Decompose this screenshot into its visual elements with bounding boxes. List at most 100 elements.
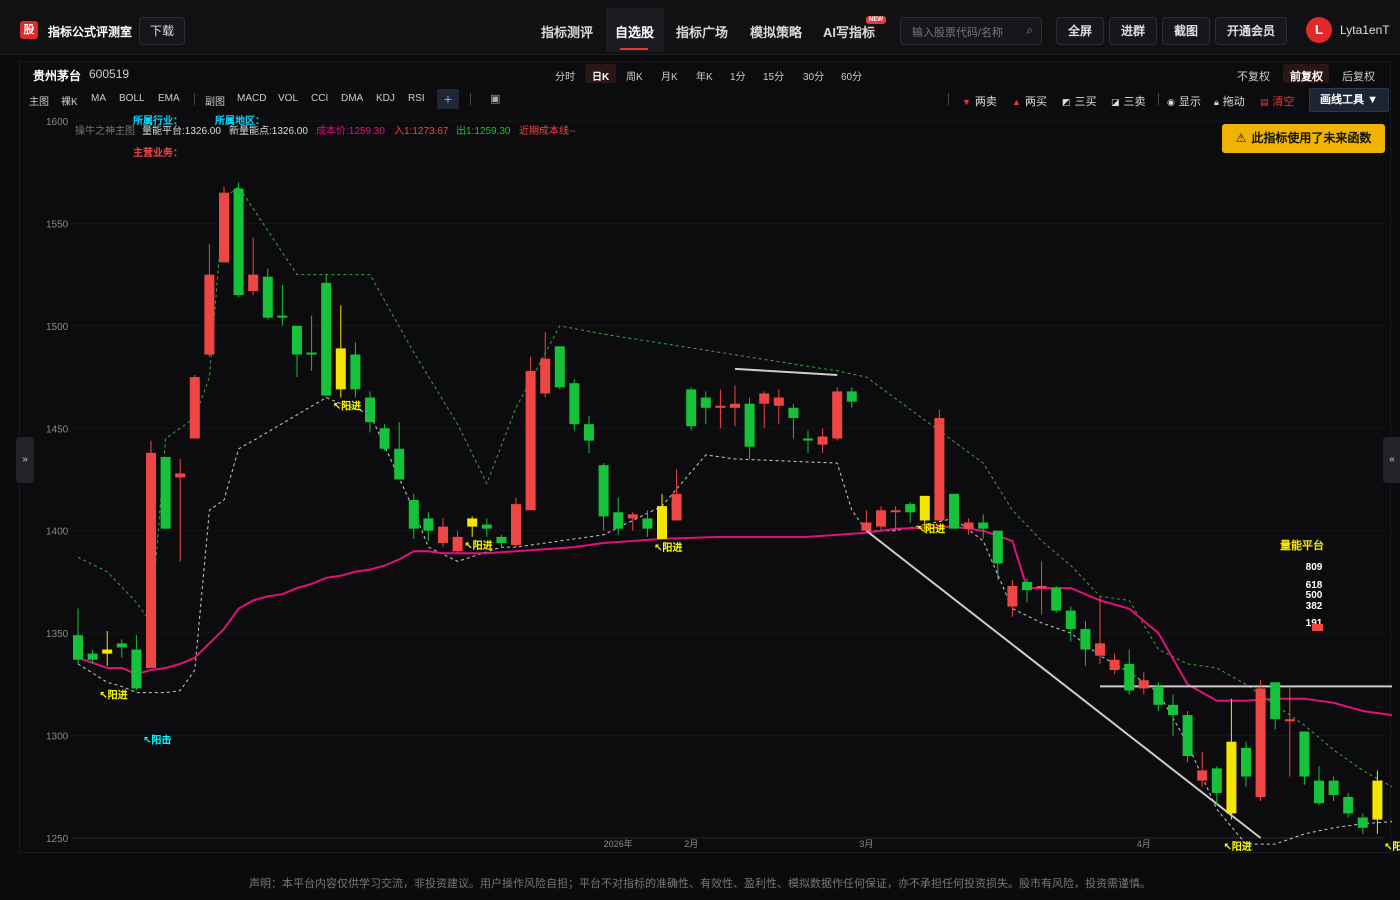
- candle-body: [423, 518, 434, 531]
- legend-main-business: 主营业务：: [133, 146, 183, 159]
- candle-body: [175, 473, 186, 478]
- expand-right-button[interactable]: «: [1383, 437, 1400, 483]
- y-tick-label: 1300: [46, 732, 69, 743]
- candle-body: [569, 383, 580, 425]
- x-tick-label: 4月: [1137, 839, 1151, 849]
- candle-body: [452, 536, 463, 552]
- candle-body: [686, 389, 697, 427]
- candle-body: [379, 428, 390, 449]
- candle-body: [613, 512, 624, 529]
- candle-body: [1007, 586, 1018, 607]
- candle-body: [759, 393, 770, 404]
- candle-body: [715, 405, 726, 408]
- buy-signal-label: ↖阳进: [1223, 840, 1251, 853]
- candle-body: [1299, 731, 1310, 777]
- candle-body: [1284, 719, 1295, 722]
- x-tick-label: 2月: [684, 839, 698, 849]
- candle-body: [803, 438, 813, 441]
- candle-body: [1357, 817, 1368, 828]
- candle-body: [846, 391, 857, 402]
- candle-body: [1109, 659, 1120, 671]
- candle-body: [233, 188, 244, 296]
- candle-body: [1065, 610, 1076, 630]
- platform-level-value: 809: [1306, 562, 1323, 573]
- candle-body: [1226, 741, 1237, 814]
- candle-body: [131, 649, 142, 689]
- candle-body: [160, 456, 171, 529]
- buy-signal-label: ↖阳进: [333, 400, 361, 413]
- candle-body: [204, 274, 215, 355]
- candle-body: [934, 418, 945, 521]
- candle-body: [700, 397, 711, 408]
- candle-body: [978, 522, 989, 529]
- candle-body: [1168, 704, 1178, 716]
- y-tick-label: 1400: [46, 527, 69, 538]
- candle-body: [511, 504, 521, 546]
- candle-body: [408, 499, 419, 529]
- candle-body: [730, 403, 740, 408]
- buy-signal-label: ↖阳进: [99, 688, 127, 701]
- buy-signal-label: ↖阳击: [143, 733, 171, 746]
- candle-body: [306, 352, 317, 355]
- candlestick-chart[interactable]: 1600 1550 1500 1450 1400 1350 1300 1250 2026年 2月 3…: [0, 0, 1400, 900]
- legend-exit: 出1:1259.30: [456, 124, 511, 137]
- candle-body: [627, 514, 638, 519]
- warning-text: 此指标使用了未来函数: [1251, 131, 1372, 145]
- candle-body: [1255, 688, 1266, 798]
- candle-body: [438, 526, 448, 544]
- candle-body: [1211, 768, 1222, 793]
- candle-body: [1328, 780, 1339, 795]
- candle-body: [598, 465, 609, 517]
- upper-band-line: [77, 185, 1393, 788]
- y-tick-label: 1500: [46, 322, 69, 333]
- expand-left-button[interactable]: »: [16, 437, 34, 483]
- buy-signal-label: ↖阳进: [1384, 840, 1400, 853]
- candle-body: [1051, 588, 1062, 611]
- candle-body: [1036, 586, 1047, 589]
- candle-body: [525, 370, 536, 511]
- candle-body: [876, 510, 886, 527]
- candle-body: [584, 424, 594, 441]
- candle-body: [73, 635, 83, 660]
- candle-body: [949, 493, 959, 529]
- buy-signal-label: ↖阳进: [917, 522, 945, 535]
- platform-level-value: 382: [1306, 601, 1323, 612]
- candle-body: [1138, 680, 1149, 689]
- candle-body: [744, 403, 755, 447]
- candle-body: [817, 436, 828, 445]
- future-function-warning[interactable]: ⚠ 此指标使用了未来函数: [1222, 124, 1385, 153]
- x-tick-label: 2026年: [604, 838, 633, 849]
- y-tick-label: 1600: [46, 117, 69, 128]
- candle-body: [321, 282, 332, 396]
- candle-body: [248, 274, 259, 292]
- candle-body: [350, 354, 361, 390]
- candle-body: [335, 348, 346, 390]
- legend-cost: 成本价:1259.30: [316, 124, 385, 137]
- y-tick-label: 1250: [46, 834, 69, 845]
- candle-body: [905, 504, 916, 513]
- candle-body: [1095, 643, 1105, 656]
- candle-body: [481, 524, 492, 529]
- candle-body: [394, 448, 405, 480]
- candle-body: [87, 653, 98, 660]
- candle-body: [1197, 770, 1208, 781]
- candle-body: [496, 536, 507, 544]
- warning-icon: ⚠: [1235, 131, 1247, 145]
- candle-body: [277, 315, 288, 318]
- legend-top-platform: 量能平台:1326.00: [142, 124, 221, 137]
- candle-body: [1314, 780, 1324, 804]
- candle-body: [1270, 682, 1281, 720]
- platform-marker: [1312, 624, 1323, 631]
- y-tick-label: 1350: [46, 629, 69, 640]
- buy-signal-label: ↖阳进: [464, 539, 492, 552]
- lower-band-line: [77, 397, 1393, 845]
- disclaimer: 声明：本平台内容仅供学习交流，非投资建议。用户操作风险自担；平台不对指标的准确性…: [249, 878, 1151, 890]
- candle-body: [1153, 686, 1164, 705]
- candle-body: [1182, 715, 1193, 757]
- candle-body: [890, 510, 901, 513]
- candle-body: [788, 407, 799, 419]
- x-tick-label: 3月: [859, 839, 873, 849]
- candle-body: [963, 522, 974, 529]
- candle-body: [1372, 780, 1383, 820]
- candle-body: [919, 495, 930, 521]
